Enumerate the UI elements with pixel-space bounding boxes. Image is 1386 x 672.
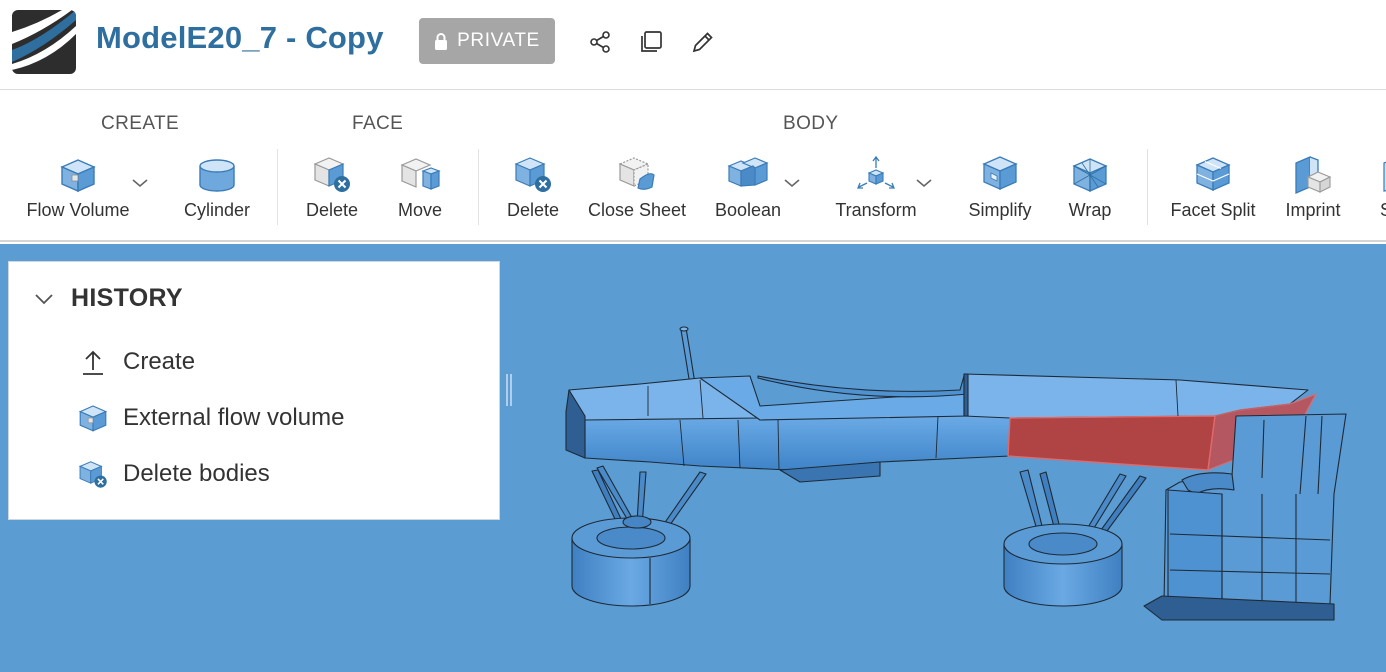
toolbar-divider [277,149,278,225]
imprint-icon [1291,151,1335,195]
overflow-tool-label: S [1380,200,1386,221]
move-face-icon [398,151,442,195]
share-icon[interactable] [586,28,614,56]
face-delete-label: Delete [305,200,359,220]
body-delete-button[interactable]: Delete [502,151,564,223]
3d-viewport[interactable]: HISTORY Create External flow volume Dele… [0,244,1386,672]
private-badge-label: PRIVATE [457,30,540,51]
simplify-label: Simplify [968,200,1032,220]
lock-icon [435,32,448,50]
overflow-tool-icon [1376,151,1386,195]
face-delete-icon [310,151,354,195]
toolbar-divider [478,149,479,225]
group-label-create: CREATE [101,113,180,134]
flow-volume-button[interactable]: Flow Volume [26,151,130,223]
project-title: ModelE20_7 - Copy [96,20,384,55]
history-header[interactable]: HISTORY [33,284,183,313]
wrap-label: Wrap [1068,200,1112,220]
simplify-icon [978,151,1022,195]
cylinder-label: Cylinder [183,200,251,220]
body-delete-icon [511,151,555,195]
delete-body-icon [77,458,109,490]
imprint-button[interactable]: Imprint [1283,151,1343,223]
facet-split-button[interactable]: Facet Split [1170,151,1256,223]
boolean-label: Boolean [714,200,782,220]
edit-pencil-icon[interactable] [689,28,717,56]
ribbon-toolbar: CREATE FACE BODY Flow Volume Cylinder De… [0,91,1386,242]
body-delete-label: Delete [506,200,560,220]
upload-arrow-icon [77,346,109,378]
history-title: HISTORY [71,284,183,312]
flow-volume-label: Flow Volume [26,200,130,220]
group-label-body: BODY [783,113,839,134]
history-item-label: Delete bodies [123,460,270,487]
flow-volume-dropdown-chevron-icon[interactable] [130,173,150,193]
close-sheet-label: Close Sheet [587,200,687,220]
wrap-button[interactable]: Wrap [1064,151,1116,223]
boolean-icon [726,151,770,195]
transform-icon [854,151,898,195]
toolbar-divider [1147,149,1148,225]
facet-split-icon [1191,151,1235,195]
close-sheet-button[interactable]: Close Sheet [587,151,687,223]
history-item-external-flow-volume[interactable]: External flow volume [77,402,344,434]
wrap-icon [1068,151,1112,195]
flow-volume-icon [77,402,109,434]
facet-split-label: Facet Split [1170,200,1256,220]
history-item-label: Create [123,348,196,375]
imprint-label: Imprint [1285,200,1341,220]
face-move-label: Move [397,200,442,220]
boolean-dropdown-chevron-icon[interactable] [782,173,802,193]
private-badge[interactable]: PRIVATE [419,18,555,64]
app-logo[interactable] [12,10,76,74]
history-item-label: External flow volume [123,404,345,431]
cylinder-icon [195,151,239,195]
face-delete-button[interactable]: Delete [301,151,363,223]
duplicate-icon[interactable] [637,28,665,56]
panel-resize-handle[interactable] [505,374,513,406]
transform-label: Transform [835,200,917,220]
transform-dropdown-chevron-icon[interactable] [914,173,934,193]
history-item-create[interactable]: Create [77,346,195,378]
history-item-delete-bodies[interactable]: Delete bodies [77,458,270,490]
flow-volume-icon [56,151,100,195]
close-sheet-icon [615,151,659,195]
app-header: ModelE20_7 - Copy PRIVATE [0,0,1386,90]
simplify-button[interactable]: Simplify [966,151,1034,223]
history-panel: HISTORY Create External flow volume Dele… [8,261,500,520]
face-move-button[interactable]: Move [392,151,448,223]
chevron-down-icon[interactable] [33,288,55,310]
boolean-button[interactable]: Boolean [713,151,783,223]
cylinder-button[interactable]: Cylinder [181,151,253,223]
overflow-tool-button[interactable]: S [1376,151,1386,223]
transform-button[interactable]: Transform [834,151,918,223]
group-label-face: FACE [352,113,404,134]
